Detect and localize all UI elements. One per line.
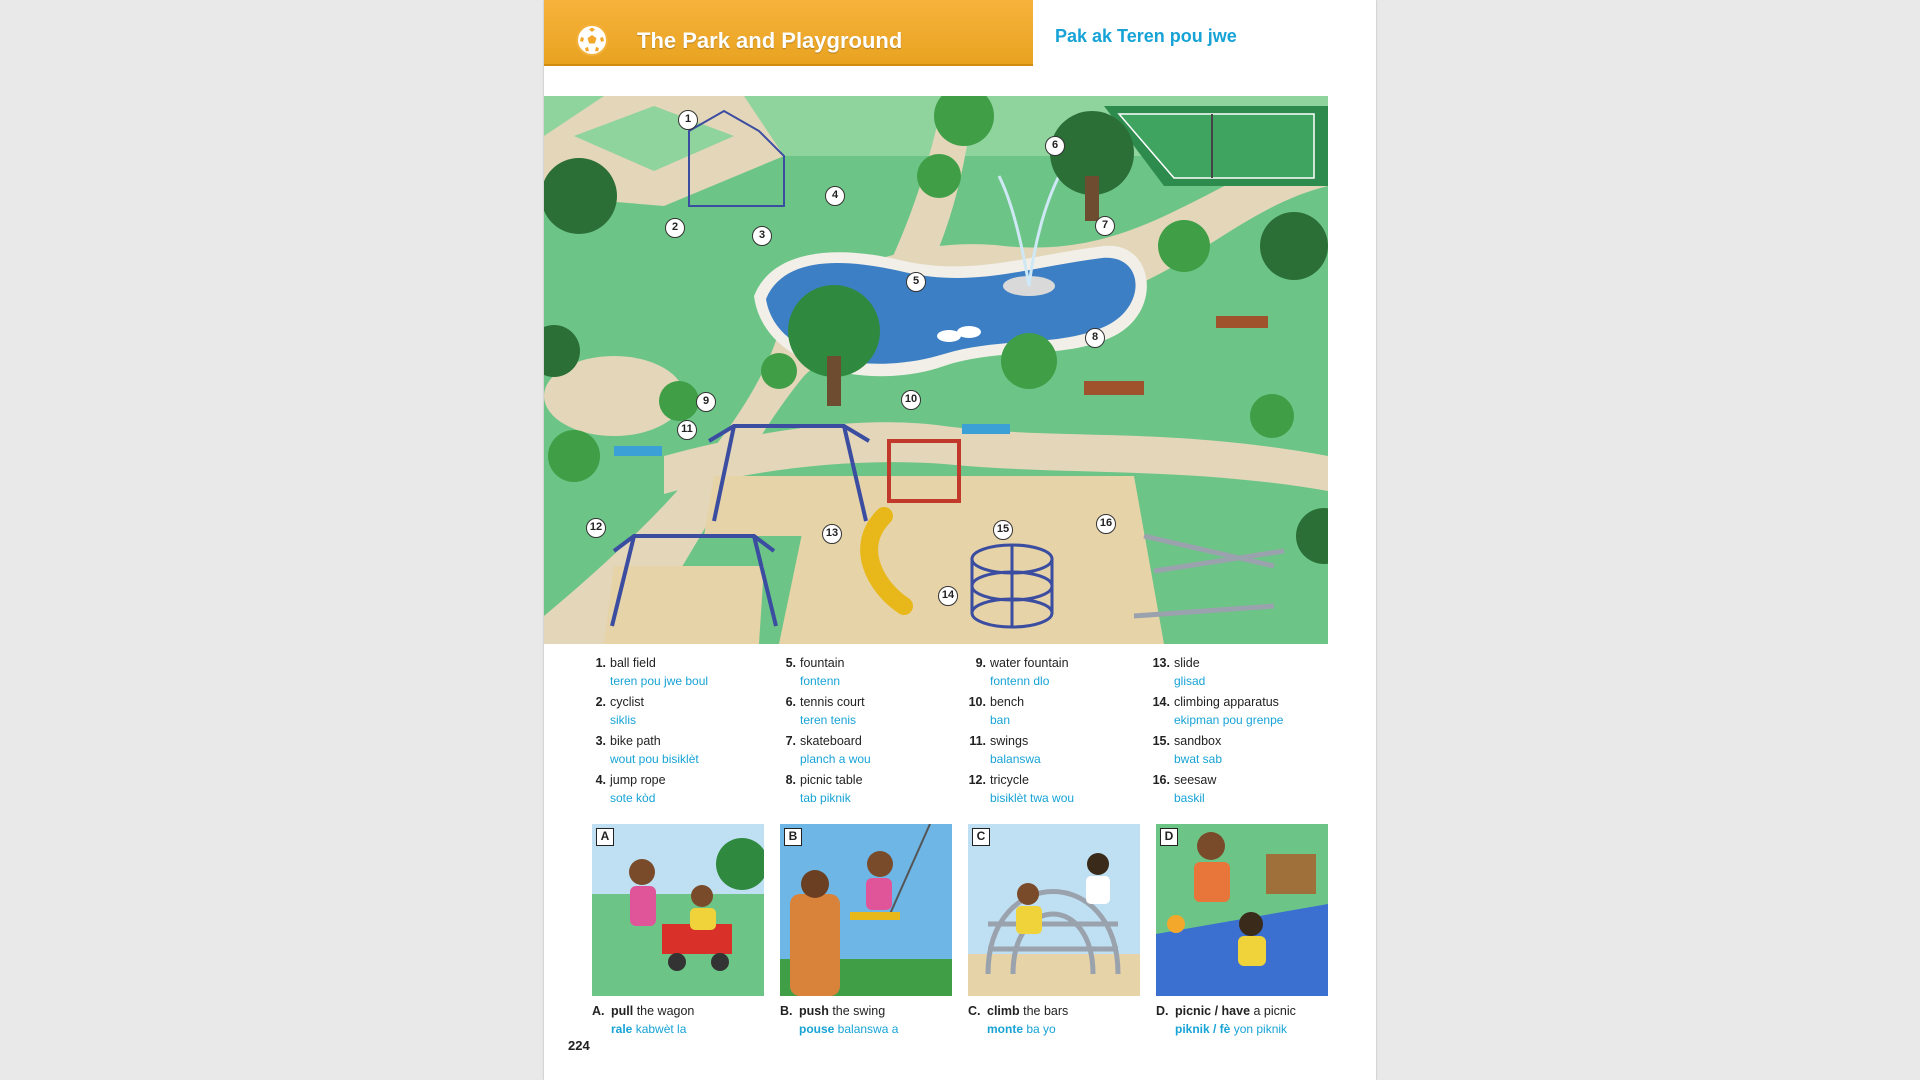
action-caption-a: A. pull the wagon rale kabwèt la: [592, 1004, 695, 1036]
action-picture-c: C: [968, 824, 1140, 996]
action-caption-d: D. picnic / have a picnic piknik / fè yo…: [1156, 1004, 1296, 1036]
vocab-item-14: 14. climbing apparatus ekipman pou grenp…: [1152, 695, 1284, 727]
vocab-item-4: 4. jump rope sote kòd: [595, 773, 666, 805]
vocab-item-9: 9. water fountain fontenn dlo: [975, 656, 1069, 688]
header-band: The Park and Playground: [544, 0, 1033, 66]
label-14: 14: [938, 586, 958, 606]
park-scene: [544, 96, 1328, 644]
vocab-item-5: 5. fountain fontenn: [785, 656, 845, 688]
label-15: 15: [993, 520, 1013, 540]
label-3: 3: [752, 226, 772, 246]
action-letter-a: A: [596, 828, 614, 846]
action-letter-b: B: [784, 828, 802, 846]
label-8: 8: [1085, 328, 1105, 348]
action-caption-b: B. push the swing pouse balanswa a: [780, 1004, 899, 1036]
label-13: 13: [822, 524, 842, 544]
label-5: 5: [906, 272, 926, 292]
label-11: 11: [677, 420, 697, 440]
soccer-ball-icon: [576, 24, 608, 56]
vocab-item-10: 10. bench ban: [968, 695, 1025, 727]
label-1: 1: [678, 110, 698, 130]
action-picture-d: D: [1156, 824, 1328, 996]
action-picture-a: A: [592, 824, 764, 996]
vocab-item-12: 12. tricycle bisiklèt twa wou: [968, 773, 1075, 805]
vocab-item-13: 13. slide glisad: [1152, 656, 1206, 688]
action-caption-c: C. climb the bars monte ba yo: [968, 1004, 1069, 1036]
action-letter-d: D: [1160, 828, 1178, 846]
vocab-item-2: 2. cyclist siklis: [595, 695, 645, 727]
label-9: 9: [696, 392, 716, 412]
label-6: 6: [1045, 136, 1065, 156]
vocab-item-8: 8. picnic table tab piknik: [785, 773, 863, 805]
label-2: 2: [665, 218, 685, 238]
page-number: 224: [568, 1038, 590, 1053]
label-7: 7: [1095, 216, 1115, 236]
vocab-item-15: 15. sandbox bwat sab: [1152, 734, 1223, 766]
vocab-item-7: 7. skateboard planch a wou: [785, 734, 871, 766]
vocab-item-11: 11. swings balanswa: [969, 734, 1041, 766]
page-title-translation: Pak ak Teren pou jwe: [1055, 26, 1237, 46]
vocab-item-1: 1. ball field teren pou jwe boul: [595, 656, 709, 688]
label-12: 12: [586, 518, 606, 538]
vocab-item-6: 6. tennis court teren tenis: [785, 695, 865, 727]
label-16: 16: [1096, 514, 1116, 534]
book-page: The Park and Playground Pak ak Teren pou…: [544, 0, 1376, 1080]
vocab-item-16: 16. seesaw baskil: [1152, 773, 1217, 805]
action-letter-c: C: [972, 828, 990, 846]
label-10: 10: [901, 390, 921, 410]
action-picture-b: B: [780, 824, 952, 996]
label-4: 4: [825, 186, 845, 206]
vocab-item-3: 3. bike path wout pou bisiklèt: [595, 734, 699, 766]
page-title: The Park and Playground: [637, 28, 903, 53]
park-illustration: 1 2 3 4 5 6 7 8 9 10 11 12 13 14 15 16: [544, 96, 1328, 644]
